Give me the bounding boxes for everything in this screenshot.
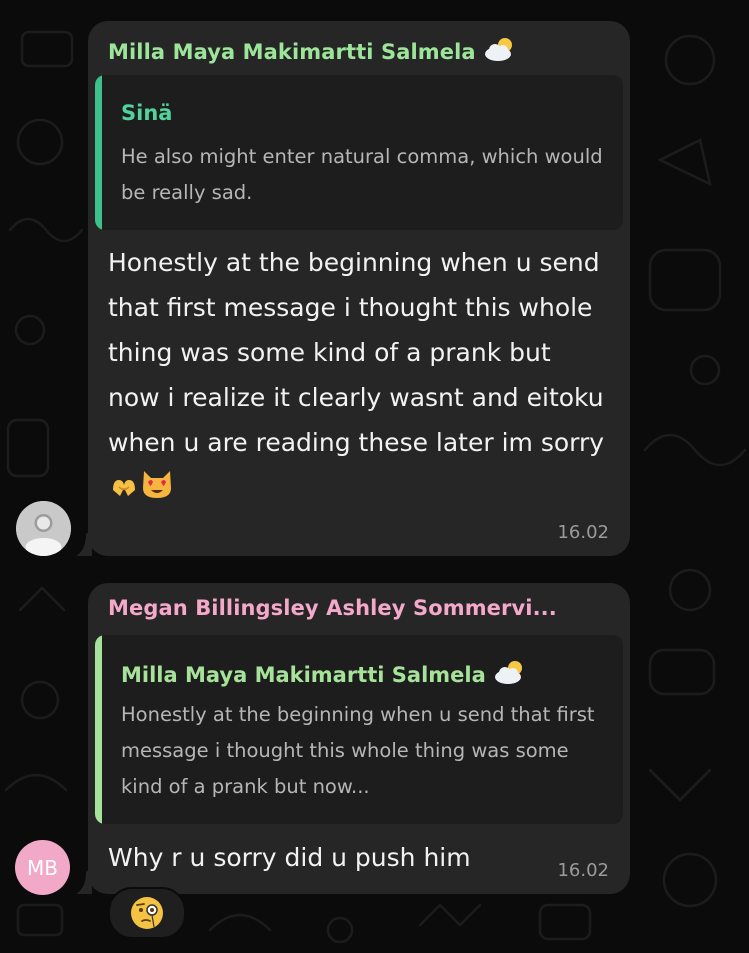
avatar[interactable]: MB [15, 840, 70, 895]
reaction-badge[interactable] [108, 887, 186, 939]
quote-author: Sinä [121, 101, 173, 125]
message-bubble[interactable]: Megan Billingsley Ashley Sommervi... Mil… [88, 583, 630, 894]
quote-author: Milla Maya Makimartti Salmela [121, 659, 527, 687]
avatar[interactable] [16, 501, 71, 556]
message-text: Honestly at the beginning when u send th… [108, 240, 608, 514]
reply-quote[interactable]: Milla Maya Makimartti Salmela Honestly a… [95, 635, 623, 824]
face-with-monocle-icon [131, 897, 163, 929]
quote-accent-bar [95, 635, 102, 824]
sun-behind-cloud-icon [495, 661, 523, 684]
sender-name[interactable]: Megan Billingsley Ashley Sommervi... [108, 596, 613, 620]
message-timestamp: 16.02 [557, 522, 609, 543]
quote-text: Honestly at the beginning when u send th… [121, 703, 595, 798]
sender-name[interactable]: Milla Maya Makimartti Salmela [108, 36, 517, 64]
quote-text: He also might enter natural comma, which… [121, 145, 603, 204]
message-bubble[interactable]: Milla Maya Makimartti Salmela Sinä He al… [88, 21, 630, 556]
heart-eyes-cat-icon [140, 468, 174, 514]
sun-behind-cloud-icon [485, 38, 513, 61]
heart-hands-icon [110, 469, 138, 514]
message-timestamp: 16.02 [557, 860, 609, 881]
message-text: Why r u sorry did u push him [108, 843, 471, 872]
avatar-initials: MB [27, 855, 58, 880]
quote-accent-bar [95, 75, 102, 230]
default-profile-icon [16, 501, 71, 556]
reply-quote[interactable]: Sinä He also might enter natural comma, … [95, 75, 623, 230]
